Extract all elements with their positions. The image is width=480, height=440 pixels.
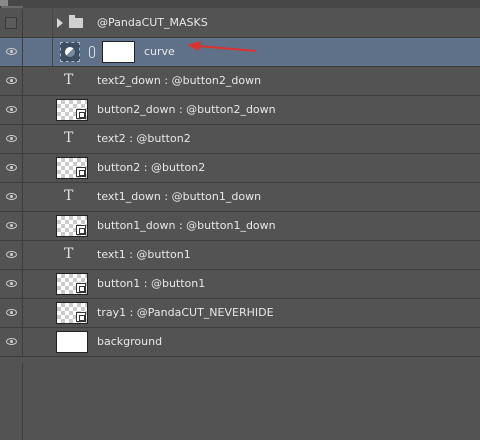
eye-icon[interactable] — [6, 193, 17, 200]
layer-label: button2_down : @button2_down — [97, 103, 276, 116]
eye-icon[interactable] — [6, 106, 17, 113]
eye-icon[interactable] — [6, 251, 17, 258]
layers-empty-area — [0, 363, 480, 440]
eye-icon[interactable] — [6, 135, 17, 142]
layer-label: text1_down : @button1_down — [97, 190, 262, 203]
visibility-cell[interactable] — [0, 67, 23, 95]
visibility-column — [0, 363, 23, 440]
smart-object-badge-icon — [76, 225, 86, 235]
layer-row-curve[interactable]: curve — [0, 38, 480, 67]
eye-icon[interactable] — [6, 338, 17, 345]
visibility-cell[interactable] — [0, 328, 23, 356]
eye-icon[interactable] — [6, 77, 17, 84]
visibility-off-box[interactable] — [5, 17, 17, 29]
visibility-cell[interactable] — [0, 96, 23, 124]
layer-label: text2_down : @button2_down — [97, 74, 262, 87]
visibility-cell[interactable] — [0, 241, 23, 269]
eye-icon[interactable] — [6, 222, 17, 229]
layer-label: curve — [144, 45, 175, 58]
layer-row-background[interactable]: background — [0, 328, 480, 357]
type-layer-icon: T — [64, 246, 74, 262]
smart-object-badge-icon — [76, 109, 86, 119]
layer-label: button1_down : @button1_down — [97, 219, 276, 232]
annotation-arrow-icon — [188, 41, 257, 52]
curves-adjustment-icon[interactable] — [60, 42, 80, 62]
layers-panel: @PandaCUT_MASKS curve T text2_down : @bu… — [0, 9, 480, 357]
layer-row-smart-object[interactable]: button1_down : @button1_down — [0, 212, 480, 241]
eye-icon[interactable] — [6, 309, 17, 316]
visibility-cell[interactable] — [0, 270, 23, 298]
mask-link-icon[interactable] — [89, 46, 95, 58]
layer-label: background — [97, 335, 163, 348]
indent-cell — [22, 9, 53, 37]
layer-label: text2 : @button2 — [97, 132, 191, 145]
visibility-cell[interactable] — [0, 154, 23, 182]
visibility-cell[interactable] — [0, 9, 23, 37]
expand-arrow-icon[interactable] — [57, 18, 63, 28]
layer-row-text[interactable]: T text2_down : @button2_down — [0, 67, 480, 96]
layer-label: button2 : @button2 — [97, 161, 206, 174]
layer-label: button1 : @button1 — [97, 277, 206, 290]
eye-icon[interactable] — [6, 280, 17, 287]
layer-row-smart-object[interactable]: button1 : @button1 — [0, 270, 480, 299]
type-layer-icon: T — [64, 130, 74, 146]
layer-group-row[interactable]: @PandaCUT_MASKS — [0, 9, 480, 38]
type-layer-icon: T — [64, 72, 74, 88]
layer-thumbnail[interactable] — [56, 331, 88, 353]
visibility-cell[interactable] — [0, 38, 23, 66]
folder-icon — [69, 15, 83, 28]
eye-icon[interactable] — [6, 48, 17, 55]
eye-icon[interactable] — [6, 164, 17, 171]
smart-object-badge-icon — [76, 312, 86, 322]
visibility-cell[interactable] — [0, 183, 23, 211]
type-layer-icon: T — [64, 188, 74, 204]
indent-cell — [22, 38, 53, 66]
layer-row-smart-object[interactable]: button2_down : @button2_down — [0, 96, 480, 125]
layer-thumbnail[interactable] — [56, 99, 88, 121]
layer-mask-thumbnail[interactable] — [102, 41, 135, 63]
layer-label: tray1 : @PandaCUT_NEVERHIDE — [97, 306, 274, 319]
layer-thumbnail[interactable] — [56, 215, 88, 237]
visibility-cell[interactable] — [0, 125, 23, 153]
layer-label: text1 : @button1 — [97, 248, 191, 261]
layer-row-smart-object[interactable]: tray1 : @PandaCUT_NEVERHIDE — [0, 299, 480, 328]
layer-thumbnail[interactable] — [56, 273, 88, 295]
layer-row-text[interactable]: T text2 : @button2 — [0, 125, 480, 154]
layer-row-text[interactable]: T text1 : @button1 — [0, 241, 480, 270]
visibility-cell[interactable] — [0, 212, 23, 240]
smart-object-badge-icon — [76, 283, 86, 293]
layer-label: @PandaCUT_MASKS — [97, 16, 208, 29]
layer-thumbnail[interactable] — [56, 157, 88, 179]
visibility-cell[interactable] — [0, 299, 23, 327]
fill-swatch[interactable] — [0, 6, 23, 8]
layer-row-text[interactable]: T text1_down : @button1_down — [0, 183, 480, 212]
layer-row-smart-object[interactable]: button2 : @button2 — [0, 154, 480, 183]
options-bar-edge — [0, 0, 480, 8]
smart-object-badge-icon — [76, 167, 86, 177]
layer-thumbnail[interactable] — [56, 302, 88, 324]
